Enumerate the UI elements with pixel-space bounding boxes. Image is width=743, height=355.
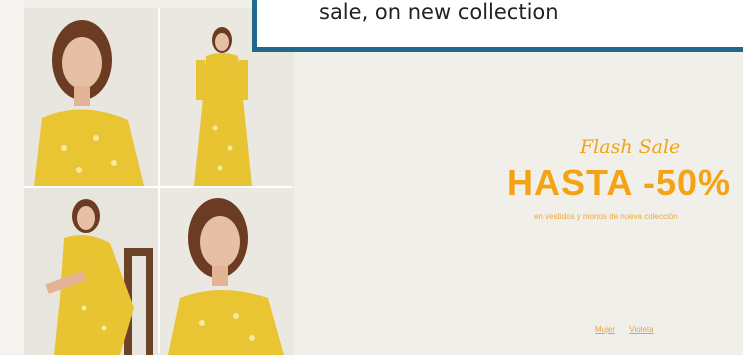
page: Flash Sale HASTA -50% en vestidos y mono… [0,0,743,355]
promo-script-title: Flash Sale [580,136,681,158]
photo-model-portrait-1[interactable] [24,8,158,186]
photo-model-portrait-2[interactable] [160,188,294,355]
promo-headline: HASTA -50% [507,162,732,203]
callout-text: sale, on new collection [319,0,559,24]
promo-block: Flash Sale HASTA -50% en vestidos y mono… [490,132,743,232]
photo-grid [24,8,294,355]
link-violeta[interactable]: Violeta [629,325,653,334]
link-mujer[interactable]: Mujer [595,325,615,334]
left-margin [0,0,24,353]
callout-banner: sale, on new collection [252,0,743,52]
category-links: Mujer Violeta [595,325,666,334]
photo-model-seated-chair[interactable] [24,188,158,355]
promo-subline: en vestidos y monos de nueva colección [534,212,678,221]
